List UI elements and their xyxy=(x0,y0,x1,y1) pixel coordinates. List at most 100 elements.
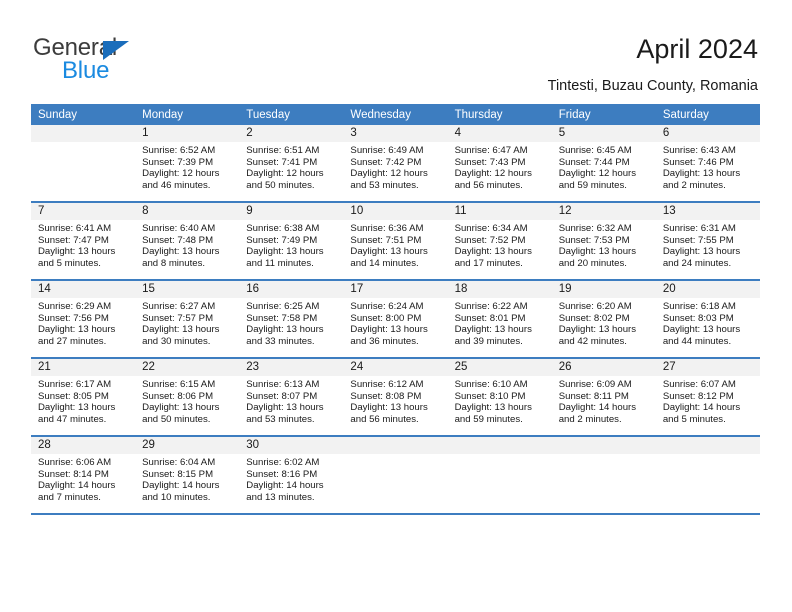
sunrise-text: Sunrise: 6:45 AM xyxy=(558,145,632,156)
page-subtitle-location: Tintesti, Buzau County, Romania xyxy=(547,78,758,94)
daylight-text-line1: Daylight: 13 hours xyxy=(142,324,220,336)
sunset-text: Sunset: 7:53 PM xyxy=(558,234,630,246)
day-details: Sunrise: 6:43 AM Sunset: 7:46 PM Daylight:… xyxy=(656,142,760,191)
calendar-day-cell[interactable]: 25 Sunrise: 6:10 AM Sunset: 8:10 PM Dayligh… xyxy=(447,357,552,436)
sunset-text: Sunset: 8:02 PM xyxy=(558,312,630,324)
calendar-day-cell[interactable]: 29 Sunrise: 6:04 AM Sunset: 8:15 PM Dayligh… xyxy=(135,435,240,515)
calendar-day-cell[interactable]: 17 Sunrise: 6:24 AM Sunset: 8:00 PM Dayligh… xyxy=(343,279,448,358)
calendar-day-cell[interactable]: 10 Sunrise: 6:36 AM Sunset: 7:51 PM Dayligh… xyxy=(343,201,448,280)
day-details: Sunrise: 6:38 AM Sunset: 7:49 PM Daylight:… xyxy=(239,220,343,269)
sunrise-text: Sunrise: 6:22 AM xyxy=(454,301,528,312)
daylight-text-line1: Daylight: 13 hours xyxy=(38,402,116,414)
calendar-day-cell[interactable]: 23 Sunrise: 6:13 AM Sunset: 8:07 PM Dayligh… xyxy=(239,357,344,436)
day-details: Sunrise: 6:12 AM Sunset: 8:08 PM Daylight:… xyxy=(343,376,447,425)
calendar-week-row: 1 Sunrise: 6:52 AM Sunset: 7:39 PM Daylight… xyxy=(31,125,760,202)
calendar-day-cell[interactable]: 7 Sunrise: 6:41 AM Sunset: 7:47 PM Daylight… xyxy=(31,201,136,280)
daylight-text-line2: and 36 minutes. xyxy=(350,335,419,347)
calendar-page: General Blue April 2024 Tintesti, Buzau … xyxy=(0,0,792,612)
daylight-text-line2: and 44 minutes. xyxy=(662,335,732,347)
calendar-day-cell[interactable]: 2 Sunrise: 6:51 AM Sunset: 7:41 PM Daylight… xyxy=(239,125,344,202)
calendar-day-cell[interactable]: 6 Sunrise: 6:43 AM Sunset: 7:46 PM Daylight… xyxy=(655,125,760,202)
calendar-day-cell[interactable]: 24 Sunrise: 6:12 AM Sunset: 8:08 PM Dayligh… xyxy=(343,357,448,436)
calendar-day-cell[interactable]: 27 Sunrise: 6:07 AM Sunset: 8:12 PM Dayligh… xyxy=(655,357,760,436)
daylight-text-line2: and 14 minutes. xyxy=(350,257,419,269)
day-cell-inner: 26 Sunrise: 6:09 AM Sunset: 8:11 PM Dayligh… xyxy=(551,359,656,435)
day-details: Sunrise: 6:06 AM Sunset: 8:14 PM Daylight:… xyxy=(31,454,135,503)
day-cell-inner: 1 Sunrise: 6:52 AM Sunset: 7:39 PM Daylight… xyxy=(135,125,240,201)
calendar-day-cell[interactable]: 1 Sunrise: 6:52 AM Sunset: 7:39 PM Daylight… xyxy=(135,125,240,202)
calendar-day-cell[interactable]: 15 Sunrise: 6:27 AM Sunset: 7:57 PM Dayligh… xyxy=(135,279,240,358)
sunset-text: Sunset: 7:57 PM xyxy=(142,312,214,324)
calendar-day-cell[interactable]: 4 Sunrise: 6:47 AM Sunset: 7:43 PM Daylight… xyxy=(447,125,552,202)
sunrise-text: Sunrise: 6:15 AM xyxy=(142,379,216,390)
daylight-text-line1: Daylight: 14 hours xyxy=(142,480,220,492)
calendar-day-cell[interactable]: 28 Sunrise: 6:06 AM Sunset: 8:14 PM Dayligh… xyxy=(31,435,136,515)
daylight-text-line1: Daylight: 14 hours xyxy=(246,480,324,492)
sunrise-text: Sunrise: 6:40 AM xyxy=(142,223,216,234)
calendar-day-cell[interactable]: 21 Sunrise: 6:17 AM Sunset: 8:05 PM Dayligh… xyxy=(31,357,136,436)
calendar-day-cell[interactable]: 20 Sunrise: 6:18 AM Sunset: 8:03 PM Dayligh… xyxy=(655,279,760,358)
calendar-day-cell[interactable]: 11 Sunrise: 6:34 AM Sunset: 7:52 PM Dayligh… xyxy=(447,201,552,280)
daylight-text-line2: and 39 minutes. xyxy=(454,335,523,347)
calendar-day-cell[interactable]: 22 Sunrise: 6:15 AM Sunset: 8:06 PM Dayligh… xyxy=(135,357,240,436)
day-cell-inner: 21 Sunrise: 6:17 AM Sunset: 8:05 PM Dayligh… xyxy=(31,359,136,435)
daylight-text-line2: and 8 minutes. xyxy=(142,257,206,269)
weekday-header-thursday: Thursday xyxy=(447,104,552,125)
sunset-text: Sunset: 7:52 PM xyxy=(454,234,526,246)
calendar-day-cell[interactable]: 9 Sunrise: 6:38 AM Sunset: 7:49 PM Daylight… xyxy=(239,201,344,280)
sunset-text: Sunset: 8:06 PM xyxy=(142,390,214,402)
day-details: Sunrise: 6:02 AM Sunset: 8:16 PM Daylight:… xyxy=(239,454,343,503)
sunset-text: Sunset: 7:39 PM xyxy=(142,156,214,168)
sunset-text: Sunset: 7:48 PM xyxy=(142,234,214,246)
day-details: Sunrise: 6:49 AM Sunset: 7:42 PM Daylight:… xyxy=(343,142,447,191)
sunrise-text: Sunrise: 6:12 AM xyxy=(350,379,424,390)
sunset-text: Sunset: 7:58 PM xyxy=(246,312,318,324)
daylight-text-line1: Daylight: 13 hours xyxy=(246,402,324,414)
day-number: 17 xyxy=(343,281,448,298)
daylight-text-line1: Daylight: 13 hours xyxy=(662,246,741,258)
daylight-text-line2: and 11 minutes. xyxy=(246,257,314,269)
day-number: 25 xyxy=(447,359,552,376)
calendar-day-cell[interactable]: 19 Sunrise: 6:20 AM Sunset: 8:02 PM Dayligh… xyxy=(551,279,656,358)
calendar-day-cell[interactable]: 26 Sunrise: 6:09 AM Sunset: 8:11 PM Dayligh… xyxy=(551,357,656,436)
sunset-text: Sunset: 7:51 PM xyxy=(350,234,422,246)
day-number: 21 xyxy=(31,359,136,376)
day-number: 11 xyxy=(447,203,552,220)
calendar-day-cell[interactable]: 12 Sunrise: 6:32 AM Sunset: 7:53 PM Dayligh… xyxy=(551,201,656,280)
calendar-day-cell[interactable]: 5 Sunrise: 6:45 AM Sunset: 7:44 PM Daylight… xyxy=(551,125,656,202)
sunrise-text: Sunrise: 6:06 AM xyxy=(38,457,112,468)
day-details: Sunrise: 6:04 AM Sunset: 8:15 PM Daylight:… xyxy=(135,454,239,503)
sunset-text: Sunset: 7:55 PM xyxy=(662,234,734,246)
calendar-day-cell[interactable]: 30 Sunrise: 6:02 AM Sunset: 8:16 PM Dayligh… xyxy=(239,435,344,515)
day-details: Sunrise: 6:15 AM Sunset: 8:06 PM Daylight:… xyxy=(135,376,239,425)
logo-text-blue: Blue xyxy=(62,57,110,84)
calendar-day-cell[interactable]: 16 Sunrise: 6:25 AM Sunset: 7:58 PM Dayligh… xyxy=(239,279,344,358)
sunset-text: Sunset: 8:03 PM xyxy=(662,312,734,324)
daylight-text-line1: Daylight: 13 hours xyxy=(350,402,428,414)
day-number: 2 xyxy=(239,125,344,142)
calendar-day-cell-empty xyxy=(551,435,656,515)
day-cell-inner: 27 Sunrise: 6:07 AM Sunset: 8:12 PM Dayligh… xyxy=(655,359,760,435)
calendar-day-cell[interactable]: 3 Sunrise: 6:49 AM Sunset: 7:42 PM Daylight… xyxy=(343,125,448,202)
day-cell-inner: 16 Sunrise: 6:25 AM Sunset: 7:58 PM Dayligh… xyxy=(239,281,344,357)
day-cell-inner xyxy=(343,437,448,513)
sunrise-text: Sunrise: 6:49 AM xyxy=(350,145,424,156)
weekday-header-friday: Friday xyxy=(551,104,656,125)
day-details xyxy=(448,454,552,457)
day-cell-inner xyxy=(655,437,760,513)
generalblue-logo: General Blue xyxy=(33,34,213,84)
sunset-text: Sunset: 7:49 PM xyxy=(246,234,318,246)
calendar-day-cell[interactable]: 14 Sunrise: 6:29 AM Sunset: 7:56 PM Dayligh… xyxy=(31,279,136,358)
day-details: Sunrise: 6:31 AM Sunset: 7:55 PM Daylight:… xyxy=(656,220,760,269)
daylight-text-line2: and 24 minutes. xyxy=(662,257,732,269)
sunrise-text: Sunrise: 6:38 AM xyxy=(246,223,320,234)
day-cell-inner: 7 Sunrise: 6:41 AM Sunset: 7:47 PM Daylight… xyxy=(31,203,136,279)
daylight-text-line2: and 47 minutes. xyxy=(38,413,107,425)
calendar-day-cell[interactable]: 13 Sunrise: 6:31 AM Sunset: 7:55 PM Dayligh… xyxy=(655,201,760,280)
calendar-day-cell[interactable]: 18 Sunrise: 6:22 AM Sunset: 8:01 PM Dayligh… xyxy=(447,279,552,358)
calendar-day-cell[interactable]: 8 Sunrise: 6:40 AM Sunset: 7:48 PM Daylight… xyxy=(135,201,240,280)
calendar-day-cell-empty xyxy=(343,435,448,515)
calendar-body: 1 Sunrise: 6:52 AM Sunset: 7:39 PM Daylight… xyxy=(31,125,760,515)
sunset-text: Sunset: 7:56 PM xyxy=(38,312,109,324)
daylight-text-line2: and 5 minutes. xyxy=(38,257,101,269)
